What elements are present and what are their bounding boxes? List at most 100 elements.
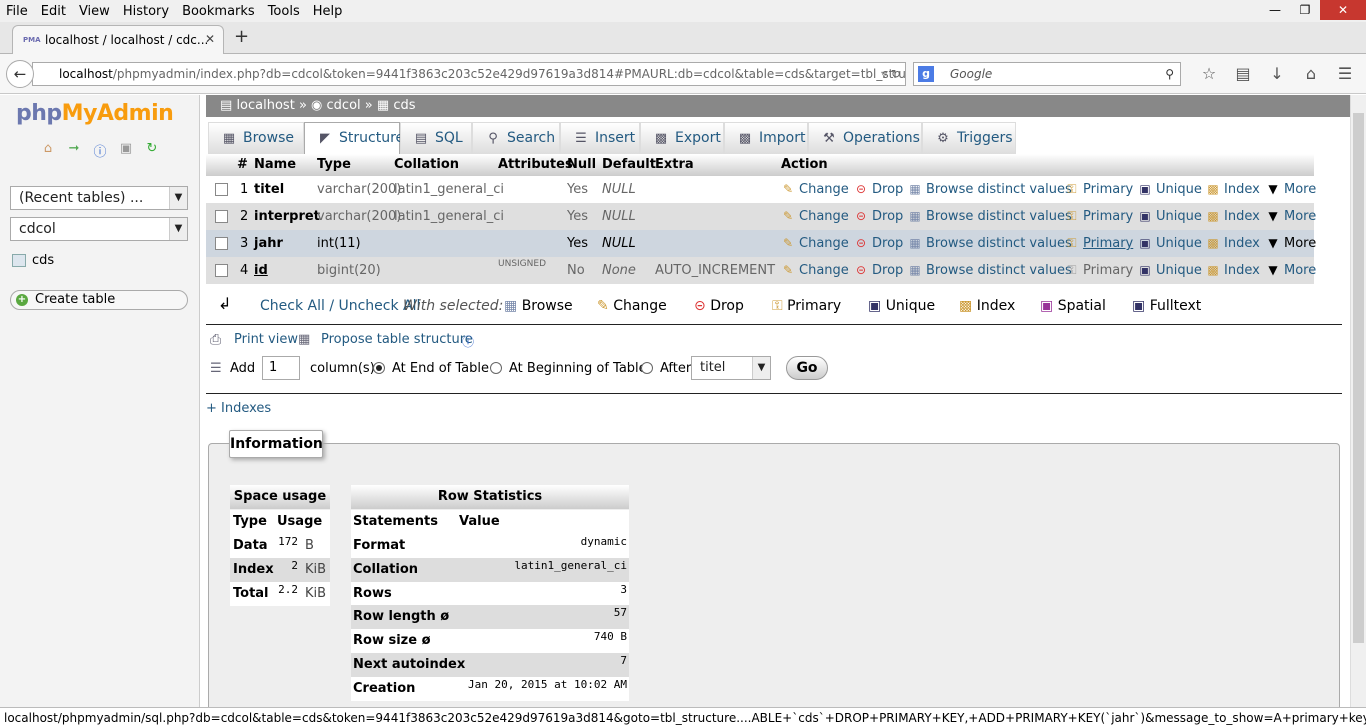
status-bar: localhost/phpmyadmin/sql.php?db=cdcol&ta… [0, 707, 1366, 728]
more-dropdown[interactable]: ▼ More [1266, 230, 1316, 257]
tab-close-icon[interactable]: ✕ [205, 32, 215, 46]
tab-import[interactable]: ▩ Import [724, 122, 808, 154]
menu-bookmarks[interactable]: Bookmarks [182, 4, 255, 19]
at-beginning-radio[interactable] [490, 362, 502, 374]
unique-link[interactable]: ▣ Unique [1138, 257, 1202, 284]
help-icon[interactable]: ⓘ [90, 141, 110, 160]
menu-help[interactable]: Help [313, 4, 343, 19]
bookmark-star-icon[interactable]: ☆ [1192, 64, 1226, 83]
change-link[interactable]: ✎ Change [781, 176, 849, 203]
drop-link[interactable]: ⊝ Drop [854, 230, 903, 257]
tab-insert[interactable]: ☰ Insert [560, 122, 640, 154]
row-checkbox[interactable] [215, 183, 228, 196]
database-select[interactable]: cdcol ▼ [10, 217, 188, 241]
search-input[interactable]: g Google ⚲ [913, 62, 1181, 86]
row-checkbox[interactable] [215, 210, 228, 223]
drop-link[interactable]: ⊝ Drop [854, 203, 903, 230]
row-checkbox[interactable] [215, 237, 228, 250]
drop-link[interactable]: ⊝ Drop [854, 176, 903, 203]
nav-table-item[interactable]: cds [12, 253, 54, 268]
bulk-fulltext-button[interactable]: ▣ Fulltext [1132, 298, 1201, 314]
drop-link[interactable]: ⊝ Drop [854, 257, 903, 284]
bulk-unique-button[interactable]: ▣ Unique [868, 298, 935, 314]
tab-sql[interactable]: ▤ SQL [400, 122, 472, 154]
menu-history[interactable]: History [123, 4, 169, 19]
phpmyadmin-logo[interactable]: phpMyAdmin [16, 101, 174, 126]
download-icon[interactable]: ↓ [1260, 64, 1294, 83]
home-icon[interactable]: ⌂ [38, 141, 58, 157]
index-link[interactable]: ▩ Index [1206, 257, 1259, 284]
tab-browse[interactable]: ▦ Browse [208, 122, 304, 154]
change-link[interactable]: ✎ Change [781, 230, 849, 257]
tab-operations[interactable]: ⚒ Operations [808, 122, 922, 154]
browse-distinct-link[interactable]: ▦ Browse distinct values [908, 203, 1071, 230]
tab-triggers[interactable]: ⚙ Triggers [922, 122, 1016, 154]
menu-edit[interactable]: Edit [41, 4, 66, 19]
unique-link[interactable]: ▣ Unique [1138, 203, 1202, 230]
tab-structure[interactable]: ◤ Structure [304, 122, 404, 154]
docs-icon[interactable]: ▣ [116, 141, 136, 157]
help-icon[interactable]: ⓘ [462, 333, 474, 350]
tab-search[interactable]: ⚲ Search [472, 122, 560, 154]
search-icon[interactable]: ⚲ [1165, 63, 1174, 85]
reload-icon[interactable]: ▿ ↻ [881, 63, 901, 85]
propose-structure-link[interactable]: Propose table structure [321, 332, 473, 347]
breadcrumb-server[interactable]: localhost [236, 98, 294, 113]
after-radio[interactable] [641, 362, 653, 374]
bulk-change-button[interactable]: ✎ Change [597, 298, 667, 314]
minimize-icon[interactable]: — [1260, 0, 1290, 20]
change-link[interactable]: ✎ Change [781, 257, 849, 284]
primary-link[interactable]: ⚿ Primary [1065, 203, 1133, 230]
primary-link[interactable]: ⚿ Primary [1065, 176, 1133, 203]
logout-icon[interactable]: ➞ [64, 141, 84, 157]
browse-distinct-link[interactable]: ▦ Browse distinct values [908, 257, 1071, 284]
index-link[interactable]: ▩ Index [1206, 230, 1259, 257]
at-end-radio[interactable] [373, 362, 385, 374]
menu-file[interactable]: File [6, 4, 28, 19]
go-button[interactable]: Go [786, 356, 828, 380]
create-table-button[interactable]: + Create table [10, 290, 188, 310]
after-column-select[interactable]: titel ▼ [691, 356, 771, 380]
google-icon[interactable]: g [918, 66, 934, 82]
breadcrumb-table[interactable]: cds [393, 98, 415, 113]
close-icon[interactable]: ✕ [1320, 0, 1366, 20]
new-tab-icon[interactable]: + [234, 26, 249, 47]
column-count-input[interactable]: 1 [262, 356, 300, 380]
row-checkbox[interactable] [215, 264, 228, 277]
check-all-link[interactable]: Check All / Uncheck All [260, 298, 420, 314]
browse-distinct-link[interactable]: ▦ Browse distinct values [908, 176, 1071, 203]
breadcrumb-db[interactable]: cdcol [327, 98, 361, 113]
unique-link[interactable]: ▣ Unique [1138, 230, 1202, 257]
indexes-toggle-link[interactable]: + Indexes [206, 401, 271, 416]
scrollbar-thumb[interactable] [1353, 113, 1364, 643]
bulk-browse-button[interactable]: ▦ Browse [504, 298, 573, 314]
bulk-index-button[interactable]: ▩ Index [959, 298, 1015, 314]
tab-export[interactable]: ▩ Export [640, 122, 724, 154]
menu-icon[interactable]: ☰ [1328, 64, 1362, 83]
menu-view[interactable]: View [79, 4, 110, 19]
unique-link[interactable]: ▣ Unique [1138, 176, 1202, 203]
change-link[interactable]: ✎ Change [781, 203, 849, 230]
primary-link[interactable]: ⚿ Primary [1065, 230, 1133, 257]
index-link[interactable]: ▩ Index [1206, 176, 1259, 203]
unique-icon: ▣ [868, 298, 882, 314]
more-dropdown[interactable]: ▼ More [1266, 176, 1316, 203]
reload-navigation-icon[interactable]: ↻ [142, 141, 162, 157]
back-button[interactable]: ← [6, 60, 34, 88]
bulk-drop-button[interactable]: ⊝ Drop [694, 298, 744, 314]
more-dropdown[interactable]: ▼ More [1266, 203, 1316, 230]
scrollbar[interactable] [1350, 95, 1366, 707]
browse-distinct-link[interactable]: ▦ Browse distinct values [908, 230, 1071, 257]
print-view-link[interactable]: Print view [234, 332, 298, 347]
bulk-spatial-button[interactable]: ▣ Spatial [1040, 298, 1106, 314]
home-icon[interactable]: ⌂ [1294, 64, 1328, 83]
index-link[interactable]: ▩ Index [1206, 203, 1259, 230]
recent-tables-select[interactable]: (Recent tables) ... ▼ [10, 186, 188, 210]
more-dropdown[interactable]: ▼ More [1266, 257, 1316, 284]
bookmarks-list-icon[interactable]: ▤ [1226, 64, 1260, 83]
browser-tab[interactable]: PMA localhost / localhost / cdc... ✕ [12, 25, 224, 54]
maximize-icon[interactable]: ❐ [1290, 0, 1320, 20]
url-bar[interactable]: localhost/phpmyadmin/index.php?db=cdcol&… [32, 62, 906, 86]
menu-tools[interactable]: Tools [268, 4, 300, 19]
bulk-primary-button[interactable]: ⚿ Primary [772, 298, 841, 314]
